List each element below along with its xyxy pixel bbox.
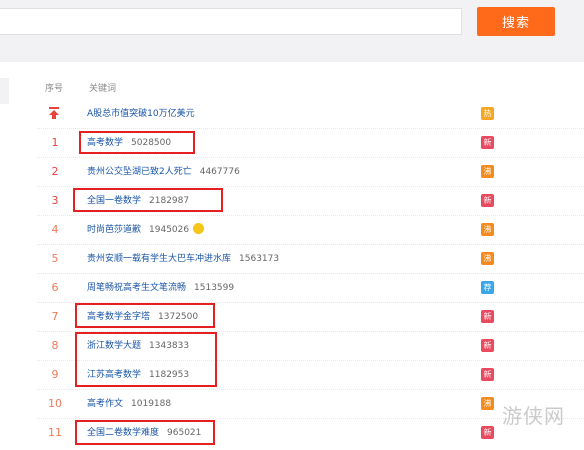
search-count: 1513599: [194, 283, 235, 293]
table-row-pinned: A股总市值突破10万亿美元 热: [9, 100, 509, 128]
hot-badge: 热: [481, 107, 494, 120]
boiling-badge: 沸: [481, 252, 494, 265]
new-badge: 新: [481, 136, 494, 149]
recommend-badge: 荐: [481, 281, 494, 294]
keyword-link[interactable]: 周笔畅祝高考生文笔流畅 1513599: [87, 280, 234, 293]
search-count: 4467776: [199, 167, 240, 177]
rank-number: 7: [51, 310, 59, 323]
rank-number: 1: [51, 136, 59, 149]
rank-number: 4: [51, 223, 59, 236]
keyword-link[interactable]: A股总市值突破10万亿美元: [87, 106, 195, 119]
search-bar: 搜索: [0, 0, 584, 50]
rank-number: 2: [51, 165, 59, 178]
pin-top-icon: [49, 107, 59, 119]
table-row: 6 周笔畅祝高考生文笔流畅 1513599 荐: [9, 274, 509, 302]
boiling-badge: 沸: [481, 223, 494, 236]
rank-number: 8: [51, 339, 59, 352]
new-badge: 新: [481, 426, 494, 439]
hot-search-panel: 序号 关键词 A股总市值突破10万亿美元 热 1 高考数学 5028500 新 2…: [9, 62, 584, 450]
highlight-box: [75, 303, 215, 328]
keyword-link[interactable]: 贵州安顺一载有学生大巴车冲进水库 1563173: [87, 251, 279, 264]
new-badge: 新: [481, 368, 494, 381]
boiling-badge: 沸: [481, 165, 494, 178]
table-row: 2 贵州公交坠湖已致2人死亡 4467776 沸: [9, 158, 509, 186]
rank-number: 3: [51, 194, 59, 207]
left-sidebar-strip: [0, 62, 9, 450]
keyword-text: 贵州安顺一载有学生大巴车冲进水库: [87, 254, 232, 264]
keyword-text: 贵州公交坠湖已致2人死亡: [87, 167, 192, 177]
left-sidebar-tab[interactable]: [0, 78, 9, 104]
column-header-keyword: 关键词: [89, 84, 117, 94]
table-row: 10 高考作文 1019188 沸: [9, 390, 509, 418]
keyword-text: 高考作文: [87, 399, 124, 409]
smile-emoji-icon: [193, 223, 205, 234]
table-row: 4 时尚芭莎道歉 1945026 沸: [9, 216, 509, 244]
new-badge: 新: [481, 194, 494, 207]
watermark-logo: 游侠网: [502, 404, 565, 428]
keyword-text: A股总市值突破10万亿美元: [87, 109, 195, 119]
rank-number: 11: [48, 426, 62, 439]
search-button[interactable]: 搜索: [477, 7, 555, 36]
keyword-link[interactable]: 高考作文 1019188: [87, 396, 171, 409]
rank-number: 5: [51, 252, 59, 265]
highlight-box: [75, 332, 217, 387]
keyword-link[interactable]: 贵州公交坠湖已致2人死亡 4467776: [87, 164, 240, 177]
search-input[interactable]: [0, 8, 462, 35]
column-header-rank: 序号: [45, 84, 64, 94]
keyword-text: 周笔畅祝高考生文笔流畅: [87, 283, 187, 293]
rank-number: 6: [51, 281, 59, 294]
search-count: 1563173: [239, 254, 280, 264]
boiling-badge: 沸: [481, 397, 494, 410]
new-badge: 新: [481, 339, 494, 352]
rank-number: 9: [51, 368, 59, 381]
highlight-box: [75, 420, 215, 445]
keyword-text: 时尚芭莎道歉: [87, 225, 142, 235]
highlight-box: [79, 131, 195, 154]
table-row: 5 贵州安顺一载有学生大巴车冲进水库 1563173 沸: [9, 245, 509, 273]
rank-number: 10: [48, 397, 62, 410]
keyword-link[interactable]: 时尚芭莎道歉 1945026: [87, 222, 205, 235]
search-count: 1019188: [131, 399, 172, 409]
new-badge: 新: [481, 310, 494, 323]
search-count: 1945026: [149, 225, 190, 235]
table-header: 序号 关键词: [9, 77, 584, 97]
highlight-box: [73, 188, 223, 212]
